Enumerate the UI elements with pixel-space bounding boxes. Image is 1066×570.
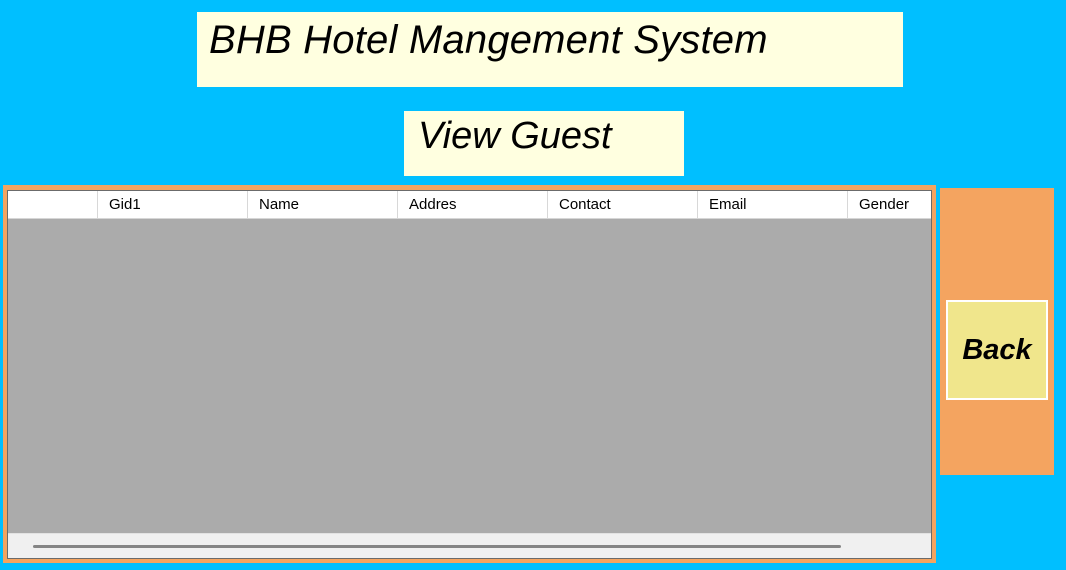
- column-header-address[interactable]: Addres: [398, 191, 548, 218]
- subtitle-banner: View Guest: [404, 111, 684, 176]
- title-banner: BHB Hotel Mangement System: [197, 12, 903, 87]
- horizontal-scrollbar[interactable]: [8, 533, 931, 558]
- side-panel: Back: [940, 188, 1054, 475]
- column-header-gender[interactable]: Gender: [848, 191, 931, 218]
- app-title: BHB Hotel Mangement System: [209, 18, 768, 62]
- scrollbar-thumb[interactable]: [33, 545, 841, 548]
- column-header-name[interactable]: Name: [248, 191, 398, 218]
- column-header-contact[interactable]: Contact: [548, 191, 698, 218]
- guest-data-grid[interactable]: Gid1 Name Addres Contact Email Gender: [7, 190, 932, 559]
- column-header-gid1[interactable]: Gid1: [98, 191, 248, 218]
- column-header-email[interactable]: Email: [698, 191, 848, 218]
- grid-header: Gid1 Name Addres Contact Email Gender: [8, 191, 931, 219]
- grid-frame: Gid1 Name Addres Contact Email Gender: [3, 185, 936, 563]
- back-button[interactable]: Back: [946, 300, 1048, 400]
- grid-row-header-corner[interactable]: [8, 191, 98, 218]
- page-title: View Guest: [418, 115, 612, 157]
- back-button-label: Back: [962, 334, 1032, 366]
